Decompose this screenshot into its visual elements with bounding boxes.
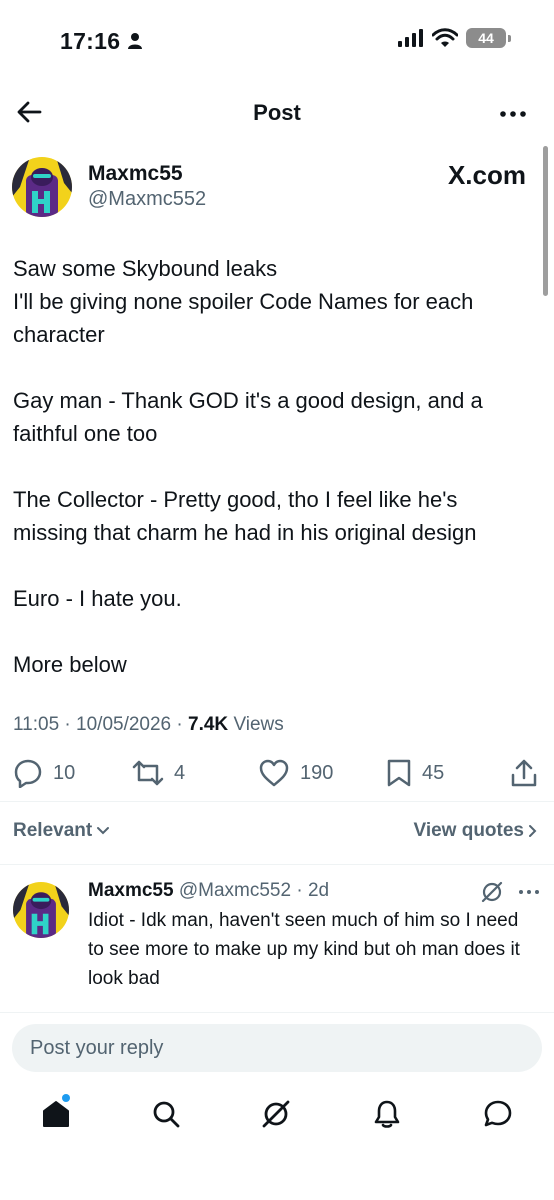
status-icons: 44 (398, 28, 511, 48)
repost-icon (132, 760, 164, 786)
notifications-icon[interactable] (371, 1098, 403, 1130)
view-quotes-label: View quotes (413, 820, 524, 841)
views-count: 7.4K (188, 714, 229, 735)
reply-icon (14, 759, 42, 788)
post-text: Saw some Skybound leaks I'll be giving n… (13, 256, 483, 677)
home-icon[interactable] (40, 1098, 72, 1130)
page-title: Post (253, 100, 301, 125)
bookmark-button[interactable]: 45 (386, 758, 444, 788)
relevant-label: Relevant (13, 820, 93, 841)
more-icon[interactable] (498, 104, 528, 124)
like-button[interactable]: 190 (258, 758, 333, 788)
repost-button[interactable]: 4 (132, 758, 185, 788)
like-count: 190 (300, 761, 334, 784)
divider (0, 864, 554, 865)
reply-avatar[interactable] (13, 882, 69, 938)
person-icon (128, 33, 143, 49)
like-icon (259, 759, 289, 787)
battery-indicator: 44 (466, 28, 511, 48)
reply-more-icon[interactable] (518, 888, 540, 896)
share-icon (511, 759, 537, 787)
bookmark-count: 45 (422, 761, 445, 784)
avatar[interactable] (12, 157, 72, 217)
x-com-logo: X.com (447, 160, 526, 190)
wifi-icon (432, 28, 458, 47)
reply-button[interactable]: 10 (13, 758, 75, 788)
reply-input[interactable]: Post your reply (12, 1024, 542, 1072)
bookmark-icon (387, 759, 411, 787)
reply-handle[interactable]: @Maxmc552 (179, 880, 291, 901)
reply-display-name[interactable]: Maxmc55 (88, 880, 174, 901)
post-date: 10/05/2026 (76, 714, 172, 735)
reply-age: 2d (307, 880, 330, 901)
repost-count: 4 (174, 761, 186, 784)
chevron-down-icon (97, 827, 110, 835)
author-handle[interactable]: @Maxmc552 (88, 188, 206, 211)
messages-icon[interactable] (482, 1098, 514, 1130)
signal-icon (398, 29, 423, 47)
post-time: 11:05 (13, 714, 60, 735)
home-notification-dot (62, 1094, 70, 1102)
reply-text: Idiot - Idk man, haven't seen much of hi… (88, 910, 520, 989)
scrollbar[interactable] (543, 146, 548, 296)
relevant-dropdown[interactable]: Relevant (13, 820, 110, 842)
post-meta: 11:05 · 10/05/2026 · 7.4K Views (13, 714, 284, 735)
divider (0, 801, 554, 802)
reply-header: Maxmc55 @Maxmc552 · 2d (88, 880, 330, 901)
search-icon[interactable] (150, 1098, 182, 1130)
reply-count: 10 (53, 761, 76, 784)
author-display-name[interactable]: Maxmc55 (88, 162, 183, 186)
view-quotes-link[interactable]: View quotes (413, 820, 538, 842)
grok-nav-icon[interactable] (260, 1098, 292, 1130)
grok-icon[interactable] (480, 880, 504, 904)
views-label: Views (233, 714, 284, 735)
share-button[interactable] (510, 758, 538, 788)
status-time: 17:16 (60, 28, 143, 55)
reply-placeholder: Post your reply (30, 1036, 164, 1059)
divider (0, 1012, 554, 1013)
chevron-right-icon (529, 825, 537, 837)
